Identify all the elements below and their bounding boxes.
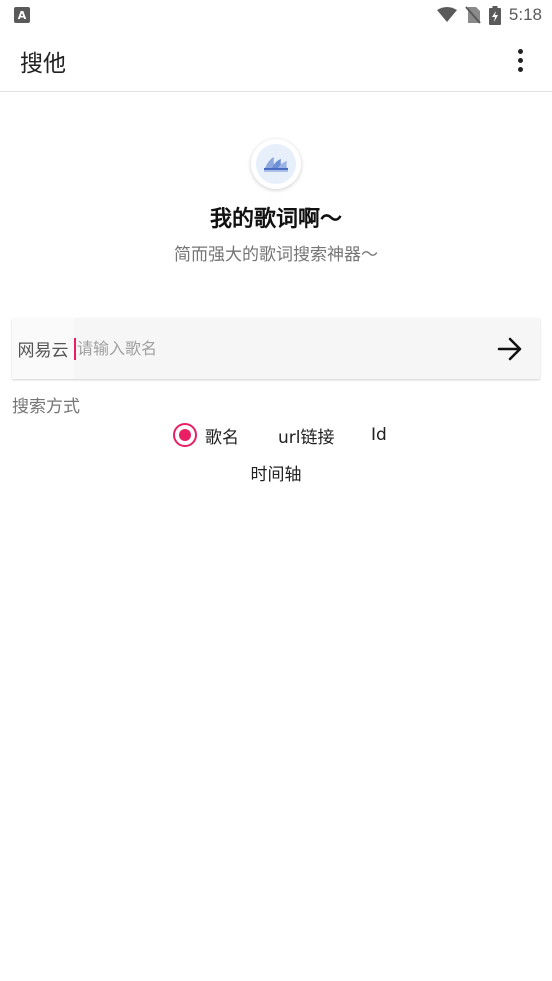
subheadline: 简而强大的歌词搜索神器〜 [174, 245, 378, 265]
status-bar: A 5:18 [0, 0, 552, 30]
app-bar: 搜他 [0, 30, 552, 92]
search-bar: 网易云 [12, 318, 540, 379]
battery-charging-icon [488, 5, 501, 25]
radio-label: Id [371, 425, 387, 445]
song-search-input[interactable] [76, 328, 480, 369]
radio-option-timeline[interactable]: 时间轴 [0, 460, 552, 485]
more-options-icon[interactable] [508, 47, 532, 75]
app-notification-icon: A [14, 7, 30, 23]
search-mode-options: 歌名 url链接 Id [0, 420, 552, 450]
app-logo [251, 139, 301, 189]
radio-label: url链接 [278, 427, 335, 448]
opera-house-icon [256, 144, 296, 184]
arrow-right-icon [497, 337, 522, 360]
radio-option-url[interactable]: url链接 [278, 420, 335, 450]
search-mode-label: 搜索方式 [12, 397, 80, 417]
radio-option-song-name[interactable]: 歌名 [173, 420, 239, 450]
status-icons: 5:18 [436, 5, 542, 25]
no-sim-icon [465, 6, 481, 24]
headline: 我的歌词啊〜 [209, 207, 342, 232]
status-time: 5:18 [508, 5, 542, 24]
radio-label: 歌名 [205, 427, 239, 448]
radio-option-id[interactable]: Id [371, 420, 387, 450]
radio-selected-icon [173, 423, 197, 447]
source-selector[interactable]: 网易云 [12, 318, 74, 379]
app-title: 搜他 [20, 50, 66, 77]
search-go-button[interactable] [480, 318, 540, 379]
wifi-icon [436, 7, 457, 22]
